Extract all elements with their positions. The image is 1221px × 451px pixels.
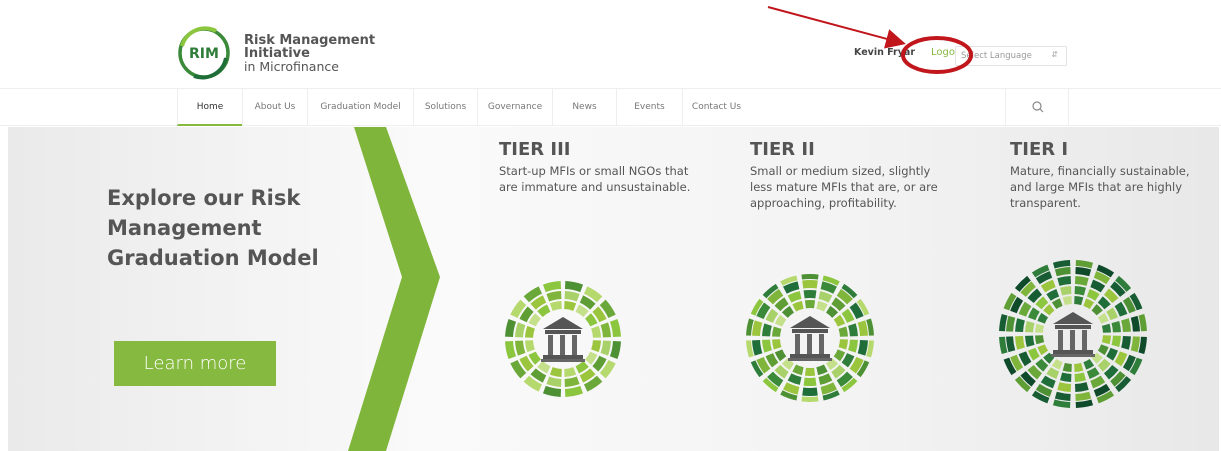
nav-item-home[interactable]: Home <box>177 89 242 126</box>
user-name: Kevin Fryar <box>854 47 916 58</box>
nav-item-news[interactable]: News <box>552 89 616 126</box>
chevron-graphic <box>348 127 440 451</box>
nav-label: Contact Us <box>691 102 742 112</box>
tier-2-graduation-icon <box>746 274 874 402</box>
bank-building-icon <box>1051 312 1095 357</box>
hero-title: Explore our Risk Management Graduation M… <box>107 186 319 270</box>
logo-line-3: in Microfinance <box>244 58 339 74</box>
tier-3-block: TIER III Start-up MFIs or small NGOs tha… <box>499 139 709 195</box>
nav-label: Governance <box>487 102 543 112</box>
nav-label: Home <box>196 102 224 112</box>
tier-2-title: TIER II <box>750 139 815 160</box>
tier-3-title: TIER III <box>499 139 571 160</box>
nav-label: News <box>572 102 597 112</box>
bank-building-icon <box>788 316 832 361</box>
hero-banner: Explore our Risk Management Graduation M… <box>8 127 1219 451</box>
tier-3-desc: Start-up MFIs or small NGOs that are imm… <box>499 164 691 194</box>
language-select[interactable]: Select Language ⇵ <box>955 46 1067 66</box>
logo-line-2: Initiative <box>244 45 310 61</box>
site-header: RIM Risk Management Initiative in Microf… <box>0 0 1221 88</box>
logo-abbrev: RIM <box>189 46 219 62</box>
nav-label: Events <box>634 102 665 112</box>
nav-search-button[interactable] <box>1005 89 1069 126</box>
language-select-value: Select Language <box>961 51 1032 61</box>
learn-more-button[interactable]: Learn more <box>114 341 276 386</box>
nav-label: Graduation Model <box>320 102 401 112</box>
tier-1-block: TIER I Mature, financially sustainable, … <box>1010 139 1210 211</box>
tier-1-desc: Mature, financially sustainable, and lar… <box>1010 164 1190 210</box>
tier-1-graduation-icon <box>999 260 1147 408</box>
nav-item-about-us[interactable]: About Us <box>242 89 307 126</box>
nav-item-graduation-model[interactable]: Graduation Model <box>307 89 413 126</box>
tier-1-title: TIER I <box>1010 139 1069 160</box>
nav-item-events[interactable]: Events <box>616 89 682 126</box>
search-icon <box>1032 101 1044 113</box>
logo-text: Risk Management Initiative in Microfinan… <box>244 34 375 73</box>
nav-label: Solutions <box>424 102 467 112</box>
tier-2-block: TIER II Small or medium sized, slightly … <box>750 139 950 211</box>
rim-logo-icon: RIM <box>176 26 238 80</box>
nav-label: About Us <box>254 102 296 112</box>
bank-building-icon <box>541 317 585 362</box>
user-area: Kevin Fryar Logout <box>854 47 965 58</box>
tier-3-graduation-icon <box>505 281 621 397</box>
select-arrows-icon: ⇵ <box>1051 50 1058 59</box>
main-nav: Home About Us Graduation Model Solutions… <box>0 88 1221 126</box>
logo-line-1: Risk Management <box>244 32 376 48</box>
nav-item-governance[interactable]: Governance <box>477 89 552 126</box>
nav-item-contact-us[interactable]: Contact Us <box>682 89 750 126</box>
tier-2-desc: Small or medium sized, slightly less mat… <box>750 164 938 210</box>
nav-item-solutions[interactable]: Solutions <box>413 89 477 126</box>
site-logo[interactable]: RIM Risk Management Initiative in Microf… <box>176 26 375 80</box>
